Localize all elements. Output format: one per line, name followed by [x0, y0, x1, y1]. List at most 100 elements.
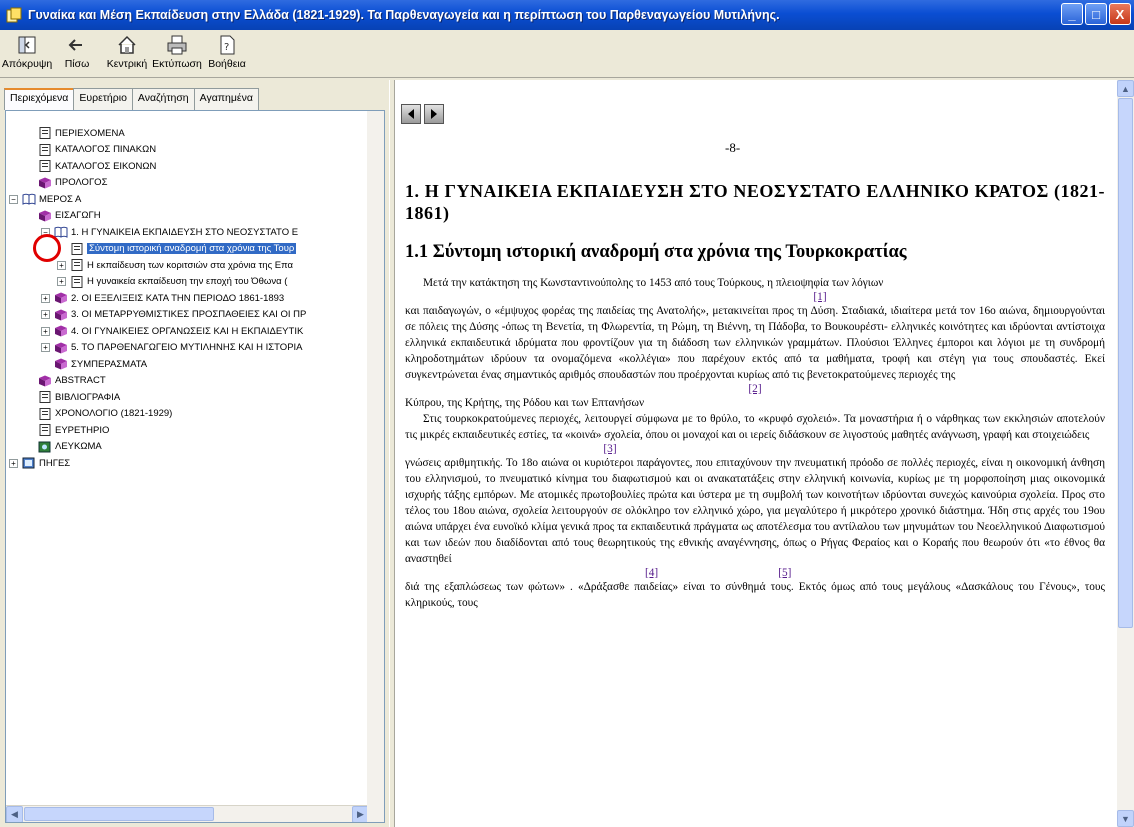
collapse-icon[interactable]: −: [9, 194, 18, 204]
scroll-up-button[interactable]: ▲: [1117, 80, 1134, 97]
tree-item-label: ΚΑΤΑΛΟΓΟΣ ΕΙΚΟΝΩΝ: [55, 160, 157, 172]
contents-tree-frame: ΠΕΡΙΕΧΟΜΕΝΑ ΚΑΤΑΛΟΓΟΣ ΠΙΝΑΚΩΝ ΚΑΤΑΛΟΓΟΣ ΕΙ…: [5, 110, 385, 823]
tree-item[interactable]: ΣΥΜΠΕΡΑΣΜΑΤΑ: [6, 356, 369, 373]
tree-vertical-scrollbar[interactable]: [367, 111, 384, 822]
paragraph: Μετά την κατάκτηση της Κωνσταντινούπολης…: [423, 277, 884, 289]
paragraph: Κύπρου, της Κρήτης, της Ρόδου και των Επ…: [405, 397, 645, 409]
tree-item-label: ΧΡΟΝΟΛΟΓΙΟ (1821-1929): [55, 408, 173, 420]
scroll-thumb[interactable]: [1118, 98, 1133, 628]
tree-item[interactable]: ΒΙΒΛΙΟΓΡΑΦΙΑ: [6, 389, 369, 406]
tree-item[interactable]: ΕΥΡΕΤΗΡΙΟ: [6, 422, 369, 439]
toolbar: Απόκρυψη Πίσω Κεντρική Εκτύπωση ? Βοήθει…: [0, 30, 1134, 78]
contents-tree: ΠΕΡΙΕΧΟΜΕΝΑ ΚΑΤΑΛΟΓΟΣ ΠΙΝΑΚΩΝ ΚΑΤΑΛΟΓΟΣ ΕΙ…: [6, 111, 369, 804]
help-icon: ?: [220, 35, 235, 55]
footnote-link[interactable]: [5]: [778, 567, 791, 579]
tree-item[interactable]: ΠΕΡΙΕΧΟΜΕΝΑ: [6, 125, 369, 142]
page-icon: [71, 275, 83, 288]
expand-icon[interactable]: +: [41, 326, 50, 336]
back-button[interactable]: Πίσω: [52, 30, 102, 77]
paragraph: Στις τουρκοκρατούμενες περιοχές, λειτουρ…: [405, 413, 1105, 441]
expand-icon[interactable]: +: [57, 260, 66, 270]
help-button[interactable]: ? Βοήθεια: [202, 30, 252, 77]
close-button[interactable]: X: [1109, 3, 1131, 25]
tree-item-label: ΜΕΡΟΣ Α: [39, 193, 82, 205]
tree-item-label: ΠΡΟΛΟΓΟΣ: [55, 177, 108, 189]
home-button[interactable]: Κεντρική: [102, 30, 152, 77]
tree-item[interactable]: +3. ΟΙ ΜΕΤΑΡΡΥΘΜΙΣΤΙΚΕΣ ΠΡΟΣΠΑΘΕΙΕΣ ΚΑΙ …: [6, 307, 369, 324]
app-icon: [6, 7, 22, 23]
section-heading: 1.1 Σύντομη ιστορική αναδρομή στα χρόνια…: [405, 242, 907, 262]
minimize-button[interactable]: _: [1061, 3, 1083, 25]
tree-item[interactable]: ΚΑΤΑΛΟΓΟΣ ΕΙΚΟΝΩΝ: [6, 158, 369, 175]
expand-icon[interactable]: +: [41, 293, 50, 303]
svg-text:?: ?: [224, 42, 229, 53]
tree-item-label: Η γυναικεία εκπαίδευση την εποχή του Όθω…: [87, 276, 288, 288]
page-icon: [39, 127, 51, 140]
book-icon: [55, 309, 67, 321]
hide-icon: [18, 36, 36, 54]
scroll-left-button[interactable]: ◀: [6, 806, 23, 822]
tree-item-label: ΚΑΤΑΛΟΓΟΣ ΠΙΝΑΚΩΝ: [55, 144, 157, 156]
arrow-left-icon: [408, 109, 414, 119]
page-number: -8-: [725, 140, 741, 155]
expand-icon[interactable]: +: [41, 343, 50, 353]
book-icon: [55, 325, 67, 337]
next-page-button[interactable]: [424, 104, 444, 124]
book-icon: [55, 358, 67, 370]
expand-icon[interactable]: +: [57, 277, 66, 287]
back-icon: [68, 39, 82, 51]
tree-item-label: 1. Η ΓΥΝΑΙΚΕΙΑ ΕΚΠΑΙΔΕΥΣΗ ΣΤΟ ΝΕΟΣΥΣΤΑΤΟ…: [71, 226, 299, 238]
book-icon: [39, 177, 51, 189]
tree-item-label: 2. ΟΙ ΕΞΕΛΙΞΕΙΣ ΚΑΤΑ ΤΗΝ ΠΕΡΙΟΔΟ 1861-18…: [71, 292, 285, 304]
hide-button[interactable]: Απόκρυψη: [2, 30, 52, 77]
footnote-link[interactable]: [3]: [395, 443, 1105, 455]
print-icon: [167, 35, 187, 55]
tree-item[interactable]: ABSTRACT: [6, 373, 369, 390]
sources-icon: [22, 457, 35, 469]
tree-item[interactable]: ΛΕΥΚΩΜΑ: [6, 439, 369, 456]
page-icon: [71, 259, 83, 272]
tree-item-label: Η εκπαίδευση των κοριτσιών στα χρόνια τη…: [87, 259, 294, 271]
tree-item[interactable]: −1. Η ΓΥΝΑΙΚΕΙΑ ΕΚΠΑΙΔΕΥΣΗ ΣΤΟ ΝΕΟΣΥΣΤΑΤ…: [6, 224, 369, 241]
open-book-icon: [22, 194, 36, 206]
tree-item[interactable]: + Η εκπαίδευση των κοριτσιών στα χρόνια τ…: [6, 257, 369, 274]
tree-item[interactable]: + Η γυναικεία εκπαίδευση την εποχή του Όθ…: [6, 274, 369, 291]
book-icon: [39, 375, 51, 387]
album-icon: [38, 441, 51, 453]
tree-item[interactable]: ΠΡΟΛΟΓΟΣ: [6, 175, 369, 192]
nav-tabs: Περιεχόμενα Ευρετήριο Αναζήτηση Αγαπημέν…: [4, 88, 259, 110]
tab-favorites[interactable]: Αγαπημένα: [193, 88, 259, 110]
horizontal-scrollbar[interactable]: ◀ ▶: [6, 805, 369, 822]
tab-index[interactable]: Ευρετήριο: [73, 88, 133, 110]
expand-icon[interactable]: +: [41, 310, 50, 320]
book-icon: [55, 292, 67, 304]
tree-item[interactable]: +5. ΤΟ ΠΑΡΘΕΝΑΓΩΓΕΙΟ ΜΥΤΙΛΗΝΗΣ ΚΑΙ Η ΙΣΤ…: [6, 340, 369, 357]
window-title: Γυναίκα και Μέση Εκπαίδευση στην Ελλάδα …: [28, 8, 780, 22]
print-button[interactable]: Εκτύπωση: [152, 30, 202, 77]
document-content: 1. Η ΓΥΝΑΙΚΕΙΑ ΕΚΠΑΙΔΕΥΣΗ ΣΤΟ ΝΕΟΣΥΣΤΑΤΟ…: [405, 180, 1105, 611]
tree-item[interactable]: ΧΡΟΝΟΛΟΓΙΟ (1821-1929): [6, 406, 369, 423]
navigation-pane: Περιεχόμενα Ευρετήριο Αναζήτηση Αγαπημέν…: [0, 80, 389, 827]
tab-contents[interactable]: Περιεχόμενα: [4, 88, 75, 110]
tree-item-label: 5. ΤΟ ΠΑΡΘΕΝΑΓΩΓΕΙΟ ΜΥΤΙΛΗΝΗΣ ΚΑΙ Η ΙΣΤΟ…: [71, 342, 303, 354]
scroll-thumb[interactable]: [24, 807, 214, 821]
document-vertical-scrollbar[interactable]: ▲ ▼: [1117, 80, 1134, 827]
expand-icon[interactable]: +: [9, 458, 18, 468]
footnote-link[interactable]: [4]: [645, 567, 658, 579]
scroll-down-button[interactable]: ▼: [1117, 810, 1134, 827]
tree-item[interactable]: ΕΙΣΑΓΩΓΗ: [6, 208, 369, 225]
tree-item[interactable]: +2. ΟΙ ΕΞΕΛΙΞΕΙΣ ΚΑΤΑ ΤΗΝ ΠΕΡΙΟΔΟ 1861-1…: [6, 290, 369, 307]
page-icon: [39, 391, 51, 404]
footnote-link[interactable]: [1]: [535, 291, 1105, 303]
footnote-link[interactable]: [2]: [405, 383, 1105, 395]
tree-item[interactable]: ΚΑΤΑΛΟΓΟΣ ΠΙΝΑΚΩΝ: [6, 142, 369, 159]
tree-item[interactable]: − ΜΕΡΟΣ Α: [6, 191, 369, 208]
previous-page-button[interactable]: [401, 104, 421, 124]
tab-search[interactable]: Αναζήτηση: [131, 88, 195, 110]
maximize-button[interactable]: □: [1085, 3, 1107, 25]
tree-item-label: ΕΙΣΑΓΩΓΗ: [55, 210, 101, 222]
page-icon: [39, 424, 51, 437]
tree-item[interactable]: + ΠΗΓΕΣ: [6, 455, 369, 472]
tree-item[interactable]: +4. ΟΙ ΓΥΝΑΙΚΕΙΕΣ ΟΡΓΑΝΩΣΕΙΣ ΚΑΙ Η ΕΚΠΑΙ…: [6, 323, 369, 340]
tree-item-label: ΕΥΡΕΤΗΡΙΟ: [55, 424, 110, 436]
